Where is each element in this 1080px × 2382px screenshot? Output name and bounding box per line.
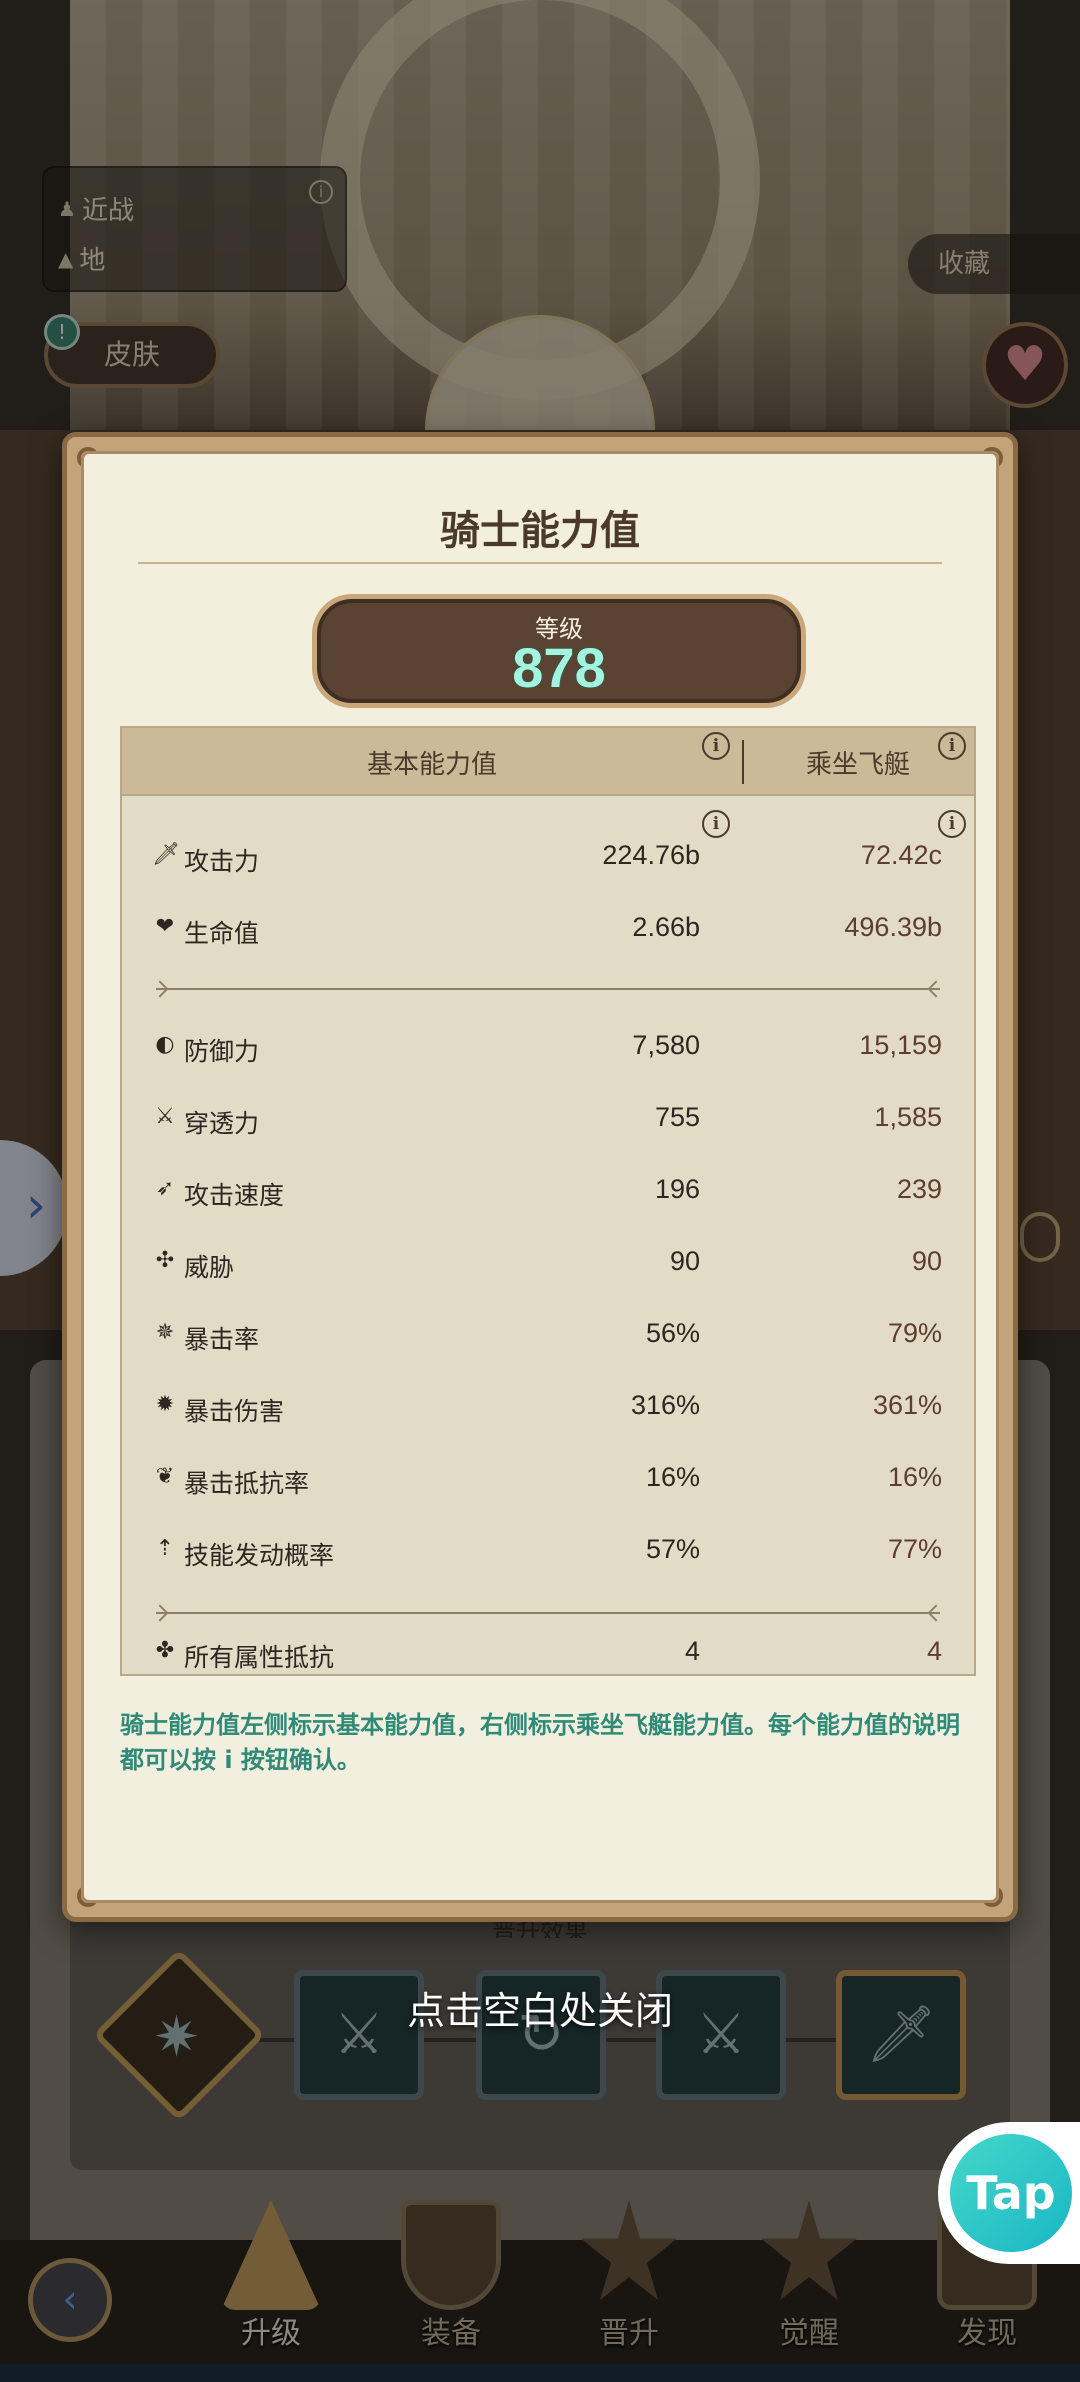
stat-base-value: 316% — [630, 1390, 700, 1420]
stat-name: 攻击力 — [184, 847, 260, 876]
stats-explanation-note: 骑士能力值左侧标示基本能力值，右侧标示乘坐飞艇能力值。每个能力值的说明都可以按 … — [120, 1711, 960, 1774]
stat-name: 威胁 — [184, 1253, 235, 1282]
stat-base-value: 57% — [645, 1534, 700, 1564]
stat-mount-value: 72.42c — [860, 840, 942, 870]
stat-row-crit-resist[interactable]: ❦ 暴击抵抗率 16% 16% — [122, 1456, 974, 1506]
crit-resist-icon: ❦ — [155, 1464, 175, 1489]
stat-row-attack-speed[interactable]: ➶ 攻击速度 196 239 — [122, 1168, 974, 1218]
base-stats-info-icon[interactable]: i — [702, 732, 730, 760]
close-hint: 点击空白处关闭 — [406, 1989, 673, 2033]
tap-logo[interactable]: Tap — [938, 2122, 1080, 2264]
stat-base-value: 224.76b — [602, 840, 700, 870]
stat-row-threat[interactable]: ✣ 威胁 90 90 — [122, 1240, 974, 1290]
stat-row-crit-damage[interactable]: ✹ 暴击伤害 316% 361% — [122, 1384, 974, 1434]
stat-row-crit-rate[interactable]: ✵ 暴击率 56% 79% — [122, 1312, 974, 1362]
header-base-stats: 基本能力值 — [366, 750, 497, 780]
element-resist-icon: ✤ — [155, 1638, 175, 1663]
section-divider — [156, 988, 940, 990]
stat-base-value: 4 — [684, 1636, 700, 1666]
stat-mount-value: 77% — [887, 1534, 942, 1564]
pierce-icon: ⚔ — [155, 1104, 175, 1129]
stat-base-value: 16% — [645, 1462, 700, 1492]
stat-row-attack[interactable]: 🗡 攻击力 224.76b 72.42c — [122, 834, 974, 884]
knight-stats-modal: 骑士能力值 等级 878 基本能力值 i 乘坐飞艇 i i i 🗡 攻击力 22… — [62, 432, 1018, 1922]
stat-base-value: 56% — [645, 1318, 700, 1348]
modal-title: 骑士能力值 — [440, 508, 640, 554]
crit-icon: ✵ — [155, 1320, 175, 1345]
crit-damage-icon: ✹ — [155, 1392, 175, 1417]
stat-name: 暴击伤害 — [184, 1397, 285, 1426]
stat-mount-value: 79% — [887, 1318, 942, 1348]
stat-name: 技能发动概率 — [184, 1541, 335, 1570]
mount-stats-info-icon[interactable]: i — [938, 732, 966, 760]
stat-mount-value: 90 — [911, 1246, 942, 1276]
stat-name: 防御力 — [184, 1037, 260, 1066]
level-badge: 等级 878 — [312, 594, 806, 708]
stat-mount-value: 239 — [896, 1174, 942, 1204]
stat-name: 所有属性抵抗 — [184, 1643, 335, 1672]
tap-logo-mark: Tap — [950, 2134, 1072, 2252]
speed-icon: ➶ — [155, 1176, 175, 1201]
stat-row-penetration[interactable]: ⚔ 穿透力 755 1,585 — [122, 1096, 974, 1146]
stat-row-skill-chance[interactable]: ⇡ 技能发动概率 57% 77% — [122, 1528, 974, 1578]
stat-name: 攻击速度 — [184, 1181, 285, 1210]
stat-name: 生命值 — [184, 919, 260, 948]
stat-base-value: 196 — [654, 1174, 700, 1204]
stat-base-value: 755 — [654, 1102, 700, 1132]
stat-row-defense[interactable]: ◐ 防御力 7,580 15,159 — [122, 1024, 974, 1074]
stat-name: 穿透力 — [184, 1109, 260, 1138]
stat-mount-value: 16% — [887, 1462, 942, 1492]
title-divider — [138, 562, 942, 564]
skill-chance-icon: ⇡ — [155, 1536, 175, 1561]
stat-row-element-resist[interactable]: ✤ 所有属性抵抗 4 4 — [122, 1630, 974, 1674]
stats-table-header: 基本能力值 i 乘坐飞艇 i — [122, 728, 974, 796]
level-value: 878 — [512, 636, 606, 699]
stat-mount-value: 361% — [872, 1390, 942, 1420]
threat-icon: ✣ — [155, 1248, 175, 1273]
stat-base-value: 90 — [669, 1246, 700, 1276]
stat-base-value: 7,580 — [632, 1030, 700, 1060]
shield-icon: ◐ — [155, 1032, 175, 1057]
sword-icon: 🗡 — [152, 842, 180, 867]
stat-name: 暴击抵抗率 — [184, 1469, 310, 1498]
stats-table: 基本能力值 i 乘坐飞艇 i i i 🗡 攻击力 224.76b 72.42c … — [120, 726, 976, 1676]
stat-base-value: 2.66b — [632, 912, 700, 942]
modal-body: 骑士能力值 等级 878 基本能力值 i 乘坐飞艇 i i i 🗡 攻击力 22… — [81, 451, 999, 1903]
stat-mount-value: 496.39b — [844, 912, 942, 942]
section-divider — [156, 1612, 940, 1614]
heart-icon: ❤ — [155, 914, 175, 939]
stat-mount-value: 4 — [926, 1636, 942, 1666]
stat-mount-value: 1,585 — [874, 1102, 942, 1132]
stat-name: 暴击率 — [184, 1325, 260, 1354]
stat-row-hp[interactable]: ❤ 生命值 2.66b 496.39b — [122, 906, 974, 956]
stat-mount-value: 15,159 — [859, 1030, 942, 1060]
